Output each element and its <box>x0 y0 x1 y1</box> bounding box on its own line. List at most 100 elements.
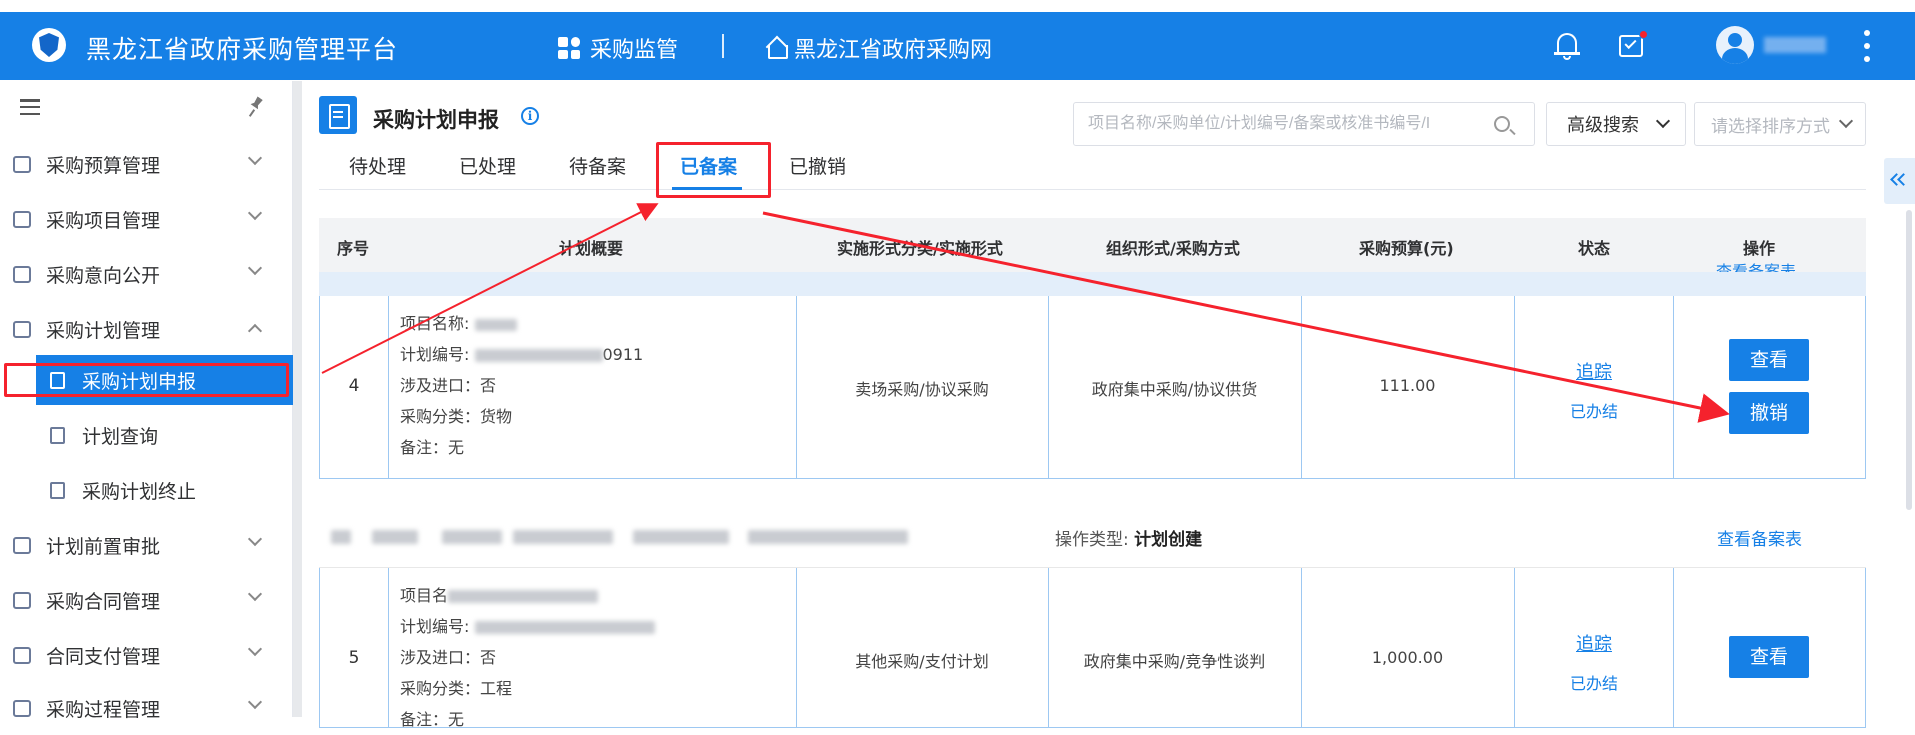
op-type-label: 操作类型: <box>1055 530 1129 550</box>
annotation-highlight-sidebar <box>4 363 289 397</box>
remark-line: 备注：无 <box>400 438 465 457</box>
plan-no-label: 计划编号: <box>400 617 470 636</box>
bell-icon[interactable] <box>1553 29 1581 61</box>
menu-toggle-icon[interactable] <box>20 99 40 115</box>
task-icon[interactable] <box>1618 30 1648 60</box>
process-icon <box>13 699 31 717</box>
nav-supervision[interactable]: 采购监管 <box>558 32 678 64</box>
cell-divider <box>1673 568 1674 727</box>
chevron-down-icon <box>247 205 263 221</box>
sidebar-item-budget[interactable]: 采购预算管理 <box>0 139 293 189</box>
header: 黑龙江省政府采购管理平台 采购监管 黑龙江省政府采购网 <box>0 12 1915 80</box>
sidebar-item-label: 合同支付管理 <box>46 645 161 668</box>
advanced-search-button[interactable]: 高级搜索 <box>1546 102 1686 146</box>
project-name-label: 项目名称: <box>400 314 470 333</box>
sidebar-scrollbar[interactable] <box>293 81 302 717</box>
pin-icon[interactable] <box>246 97 266 117</box>
org-form: 政府集中采购/竞争性谈判 <box>1083 652 1266 671</box>
group-header: 操作类型: 计划创建 查看备案表 <box>319 506 1866 568</box>
row-number: 4 <box>348 376 360 396</box>
cell-divider <box>388 296 389 478</box>
search-input[interactable] <box>1088 113 1488 135</box>
calendar-icon <box>13 320 31 338</box>
col-header-budget: 采购预算(元) <box>1359 239 1454 258</box>
view-button[interactable]: 查看 <box>1729 636 1809 678</box>
view-button[interactable]: 查看 <box>1729 339 1809 381</box>
sidebar-item-contract[interactable]: 采购合同管理 <box>0 575 293 625</box>
view-filing-link[interactable]: 查看备案表 <box>1717 525 1802 550</box>
redacted-text <box>474 349 603 362</box>
track-link[interactable]: 追踪 <box>1554 630 1634 656</box>
sidebar-item-plan-terminate[interactable]: 采购计划终止 <box>0 465 293 515</box>
grid-icon <box>558 37 580 59</box>
view-filing-link[interactable]: 查看备案表 <box>1716 258 1796 272</box>
sidebar-item-label: 计划前置审批 <box>46 535 161 558</box>
redacted-group-info <box>331 527 909 547</box>
app-title: 黑龙江省政府采购管理平台 <box>86 35 399 64</box>
search-field[interactable] <box>1073 102 1535 146</box>
sidebar-item-process[interactable]: 采购过程管理 <box>0 683 293 733</box>
document-icon <box>50 426 65 444</box>
sort-select[interactable]: 请选择排序方式 <box>1694 102 1866 146</box>
sidebar-item-plan[interactable]: 采购计划管理 <box>0 304 293 354</box>
sidebar-item-intention[interactable]: 采购意向公开 <box>0 249 293 299</box>
sidebar-item-payment[interactable]: 合同支付管理 <box>0 630 293 680</box>
sidebar-item-project[interactable]: 采购项目管理 <box>0 194 293 244</box>
cell-divider <box>1514 296 1515 478</box>
logo-icon <box>32 28 66 62</box>
remark-line: 备注：无 <box>400 710 465 729</box>
page-title: 采购计划申报 <box>373 108 499 132</box>
sidebar-top <box>0 81 293 137</box>
impl-form: 卖场采购/协议采购 <box>855 380 989 399</box>
redacted-text <box>474 318 517 331</box>
cell-divider <box>1673 296 1674 478</box>
col-header-org: 组织形式/采购方式 <box>1106 239 1240 258</box>
chevron-down-icon <box>247 260 263 276</box>
notification-dot <box>1639 30 1648 39</box>
nav-portal-label: 黑龙江省政府采购网 <box>794 38 993 63</box>
document-icon <box>13 265 31 283</box>
chart-icon <box>13 155 31 173</box>
nav-supervision-label: 采购监管 <box>590 38 679 63</box>
group-header-strip <box>319 272 1866 296</box>
stamp-icon <box>13 536 31 554</box>
sidebar-item-label: 采购合同管理 <box>46 590 161 613</box>
sidebar-item-label: 采购过程管理 <box>46 698 161 721</box>
plan-summary: 项目名 计划编号: 涉及进口：否 采购分类：工程 备注：无 <box>400 580 655 735</box>
redacted-text <box>474 621 655 634</box>
sidebar: 采购预算管理 采购项目管理 采购意向公开 采购计划管理 采购计划申报 计划查询 … <box>0 81 293 721</box>
revoke-button[interactable]: 撤销 <box>1729 392 1809 434</box>
nav-portal[interactable]: 黑龙江省政府采购网 <box>766 32 992 64</box>
track-link[interactable]: 追踪 <box>1554 358 1634 384</box>
folder-icon <box>13 591 31 609</box>
sidebar-item-label: 采购计划终止 <box>82 480 197 503</box>
sidebar-item-label: 采购意向公开 <box>46 264 161 287</box>
plan-no-label: 计划编号: <box>400 345 470 364</box>
chevron-down-icon <box>247 694 263 710</box>
table-header: 序号 计划概要 实施形式分类/实施形式 组织形式/采购方式 采购预算(元) 状态… <box>319 218 1866 272</box>
col-header-index: 序号 <box>337 239 370 258</box>
search-icon[interactable] <box>1494 116 1510 132</box>
payment-icon <box>13 646 31 664</box>
op-type: 操作类型: 计划创建 <box>1055 525 1202 550</box>
tab-revoked[interactable]: 已撤销 <box>789 152 846 179</box>
camera-icon <box>13 210 31 228</box>
sidebar-item-plan-query[interactable]: 计划查询 <box>0 410 293 460</box>
collapse-panel-button[interactable] <box>1884 158 1915 204</box>
main-scrollbar[interactable] <box>1906 210 1912 510</box>
sidebar-item-label: 采购计划管理 <box>46 319 161 342</box>
sidebar-item-label: 计划查询 <box>82 425 159 448</box>
avatar[interactable] <box>1716 26 1754 64</box>
user-name-redacted[interactable] <box>1764 37 1826 53</box>
import-line: 涉及进口：否 <box>400 648 497 667</box>
tab-processed[interactable]: 已处理 <box>459 152 516 179</box>
redacted-text <box>448 590 599 603</box>
advanced-search-label: 高级搜索 <box>1567 115 1639 136</box>
budget: 111.00 <box>1379 376 1436 395</box>
col-header-actions: 操作 <box>1743 239 1776 258</box>
info-icon[interactable]: i <box>521 107 539 125</box>
tab-to-file[interactable]: 待备案 <box>569 152 626 179</box>
tab-pending[interactable]: 待处理 <box>349 152 406 179</box>
more-menu-icon[interactable] <box>1864 30 1870 62</box>
sidebar-item-pre-approval[interactable]: 计划前置审批 <box>0 520 293 570</box>
